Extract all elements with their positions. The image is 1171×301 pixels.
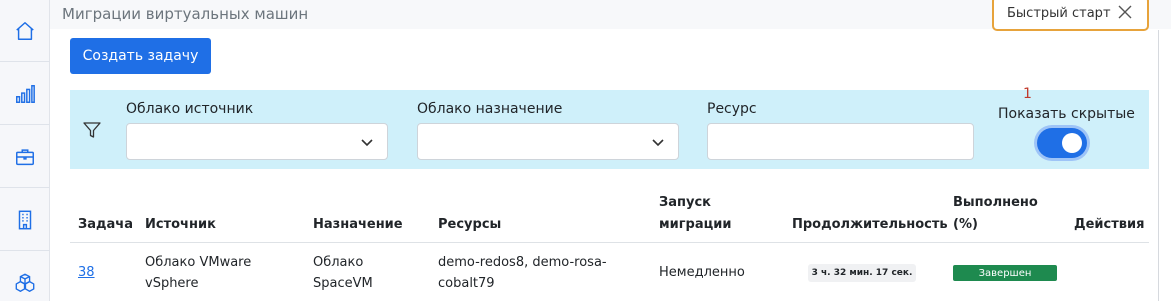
column-header-duration[interactable]: Продолжительность bbox=[792, 214, 948, 236]
task-link[interactable]: 38 bbox=[78, 262, 95, 283]
quick-start-panel[interactable]: Быстрый старт bbox=[992, 0, 1149, 31]
target-cloud-select[interactable] bbox=[417, 123, 679, 160]
resource-label: Ресурс bbox=[707, 101, 757, 117]
launch-cell: Немедленно bbox=[659, 265, 745, 280]
toggle-knob bbox=[1062, 133, 1082, 153]
filter-icon bbox=[83, 122, 101, 138]
target-cloud-label: Облако назначение bbox=[417, 101, 563, 117]
resource-input[interactable] bbox=[707, 123, 974, 160]
source-cell: Облако VMware vSphere bbox=[145, 255, 252, 291]
sidebar-item-home[interactable] bbox=[0, 0, 50, 62]
duration-badge: 3 ч. 32 мин. 17 сек. bbox=[808, 264, 916, 282]
column-header-actions: Действия bbox=[1074, 217, 1145, 232]
quick-start-label: Быстрый старт bbox=[1007, 6, 1111, 21]
hint-badge: 1 bbox=[1023, 86, 1032, 102]
home-icon bbox=[16, 21, 34, 40]
status-badge: Завершен bbox=[953, 265, 1057, 281]
scrollbar-track bbox=[1158, 30, 1159, 301]
column-header-done[interactable]: Выполнено (%) bbox=[953, 192, 1043, 236]
cubes-icon bbox=[15, 273, 35, 292]
briefcase-icon bbox=[16, 148, 34, 165]
show-hidden-toggle[interactable] bbox=[1037, 128, 1087, 158]
sidebar-item-monitoring[interactable] bbox=[0, 63, 50, 125]
filter-panel: Облако источник Облако назначение Ресурс… bbox=[70, 90, 1149, 169]
column-header-launch[interactable]: Запуск миграции bbox=[659, 192, 749, 236]
target-cell: Облако SpaceVM bbox=[313, 255, 373, 291]
sidebar-item-services[interactable] bbox=[0, 126, 50, 188]
table-header-divider bbox=[70, 242, 1149, 243]
page-title: Миграции виртуальных машин bbox=[62, 5, 309, 23]
source-cloud-select[interactable] bbox=[126, 123, 388, 160]
chevron-down-icon bbox=[652, 139, 664, 147]
chevron-down-icon bbox=[361, 139, 373, 147]
building-icon bbox=[18, 210, 32, 229]
resources-cell: demo-redos8, demo-rosa-cobalt79 bbox=[438, 255, 607, 291]
column-header-target[interactable]: Назначение bbox=[313, 214, 403, 236]
column-header-task[interactable]: Задача bbox=[78, 214, 133, 236]
chart-icon bbox=[16, 84, 35, 103]
sidebar bbox=[0, 0, 50, 301]
create-task-button[interactable]: Создать задачу bbox=[70, 38, 211, 74]
source-cloud-label: Облако источник bbox=[126, 101, 254, 117]
show-hidden-label: Показать скрытые bbox=[998, 106, 1135, 122]
column-header-source[interactable]: Источник bbox=[145, 214, 216, 236]
column-header-resources[interactable]: Ресурсы bbox=[438, 214, 501, 236]
close-icon[interactable] bbox=[1118, 5, 1132, 19]
sidebar-item-resources[interactable] bbox=[0, 252, 50, 301]
sidebar-item-organization[interactable] bbox=[0, 189, 50, 251]
